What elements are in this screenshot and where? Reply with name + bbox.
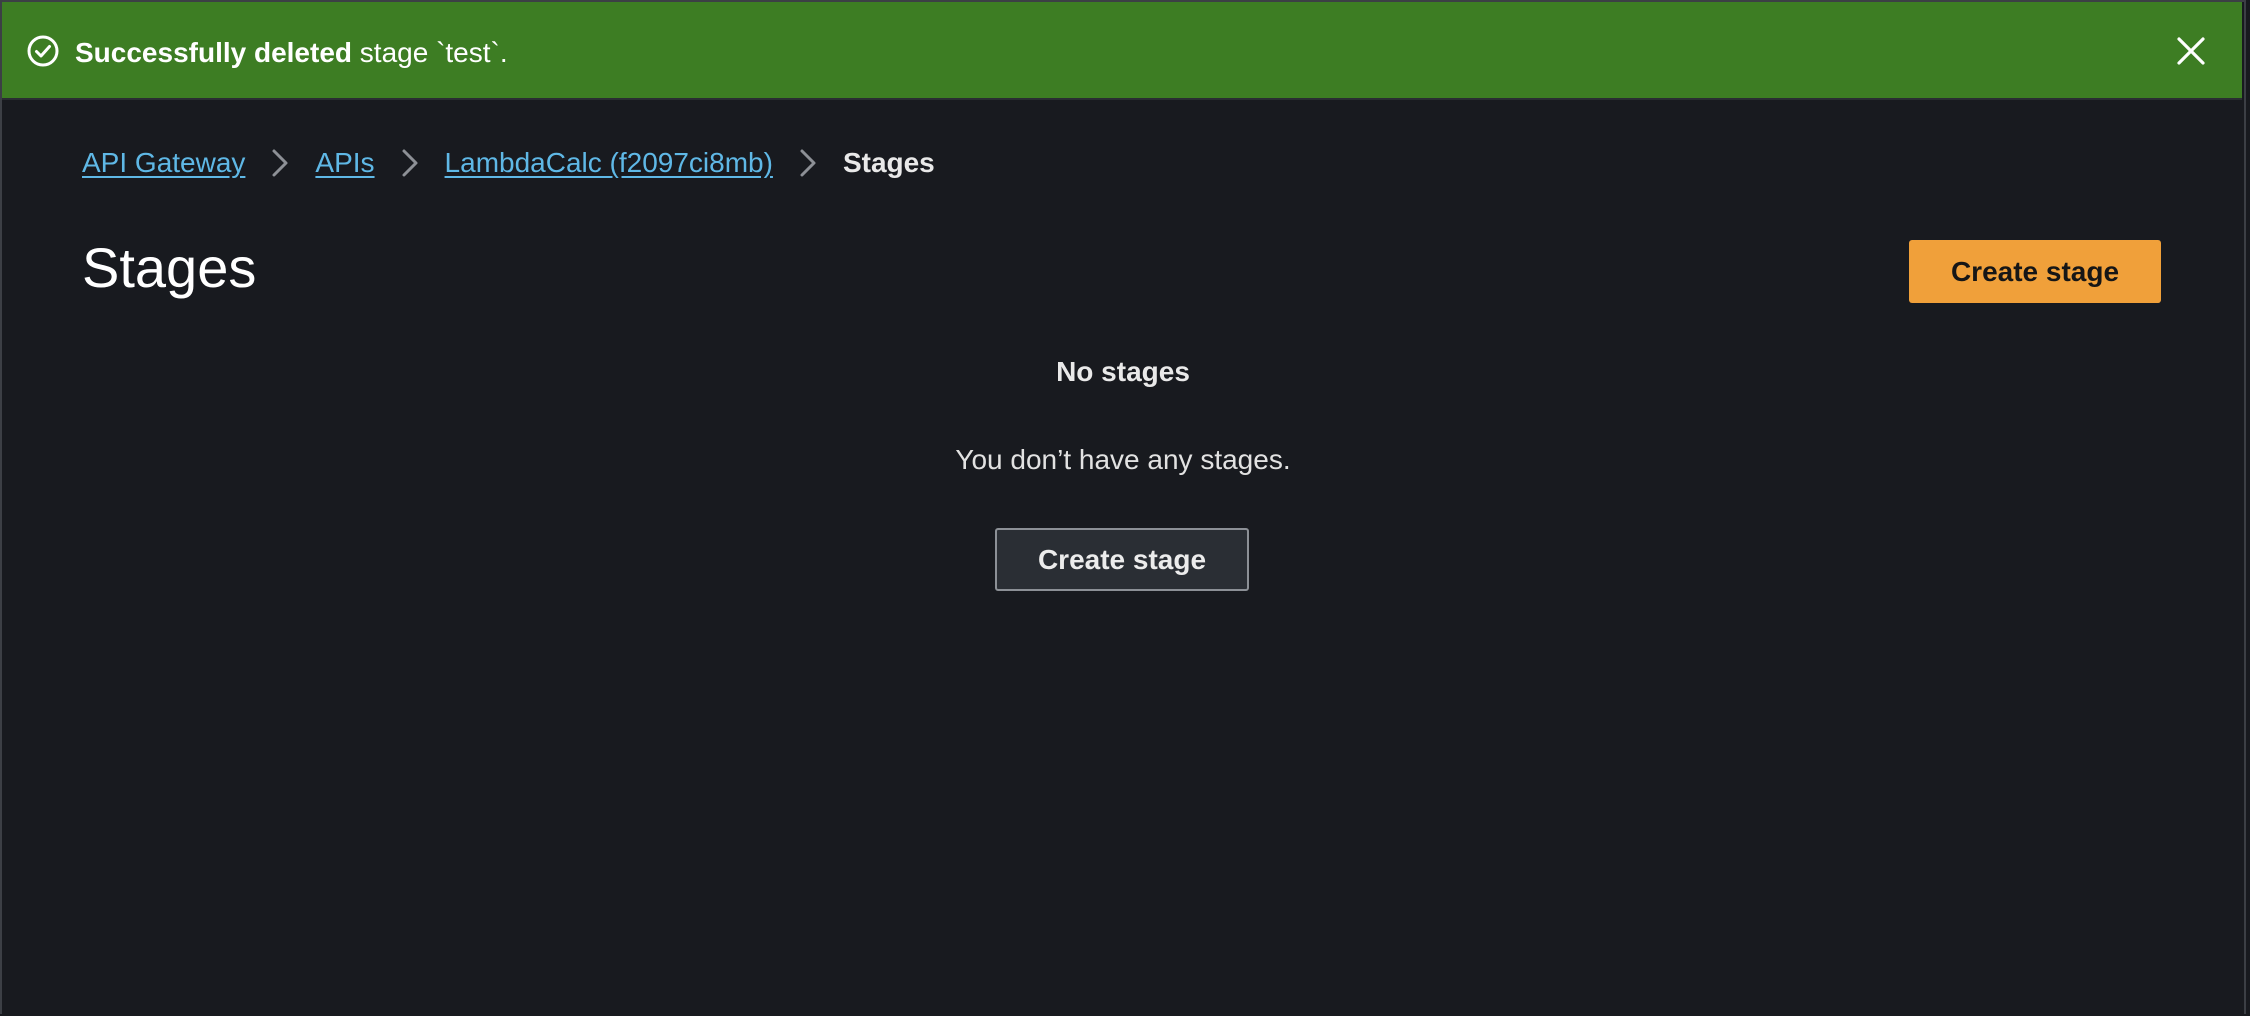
chevron-right-icon [795,146,821,180]
breadcrumb-apis-link[interactable]: APIs [315,147,374,179]
breadcrumb: API Gateway APIs LambdaCalc (f2097ci8mb)… [82,143,935,183]
flash-message: Successfully deleted stage `test`. [75,36,508,70]
breadcrumb-current: Stages [842,147,935,178]
flash-message-bold: Successfully deleted [75,37,353,68]
check-circle-icon [26,34,60,68]
empty-state-description: You don’t have any stages. [955,444,1291,475]
page-title: Stages [82,236,257,299]
flash-message-detail: stage `test`. [352,37,508,68]
breadcrumb-api-gateway-link[interactable]: API Gateway [82,147,245,179]
chevron-right-icon [267,146,293,180]
close-icon[interactable] [2174,34,2208,68]
chevron-right-icon [397,146,423,180]
breadcrumb-api-link[interactable]: LambdaCalc (f2097ci8mb) [445,147,773,179]
empty-state-title: No stages [1056,356,1190,387]
success-flash-banner: Successfully deleted stage `test`. [2,2,2242,100]
empty-state-create-stage-button[interactable]: Create stage [995,528,1249,591]
create-stage-button[interactable]: Create stage [1909,240,2161,303]
